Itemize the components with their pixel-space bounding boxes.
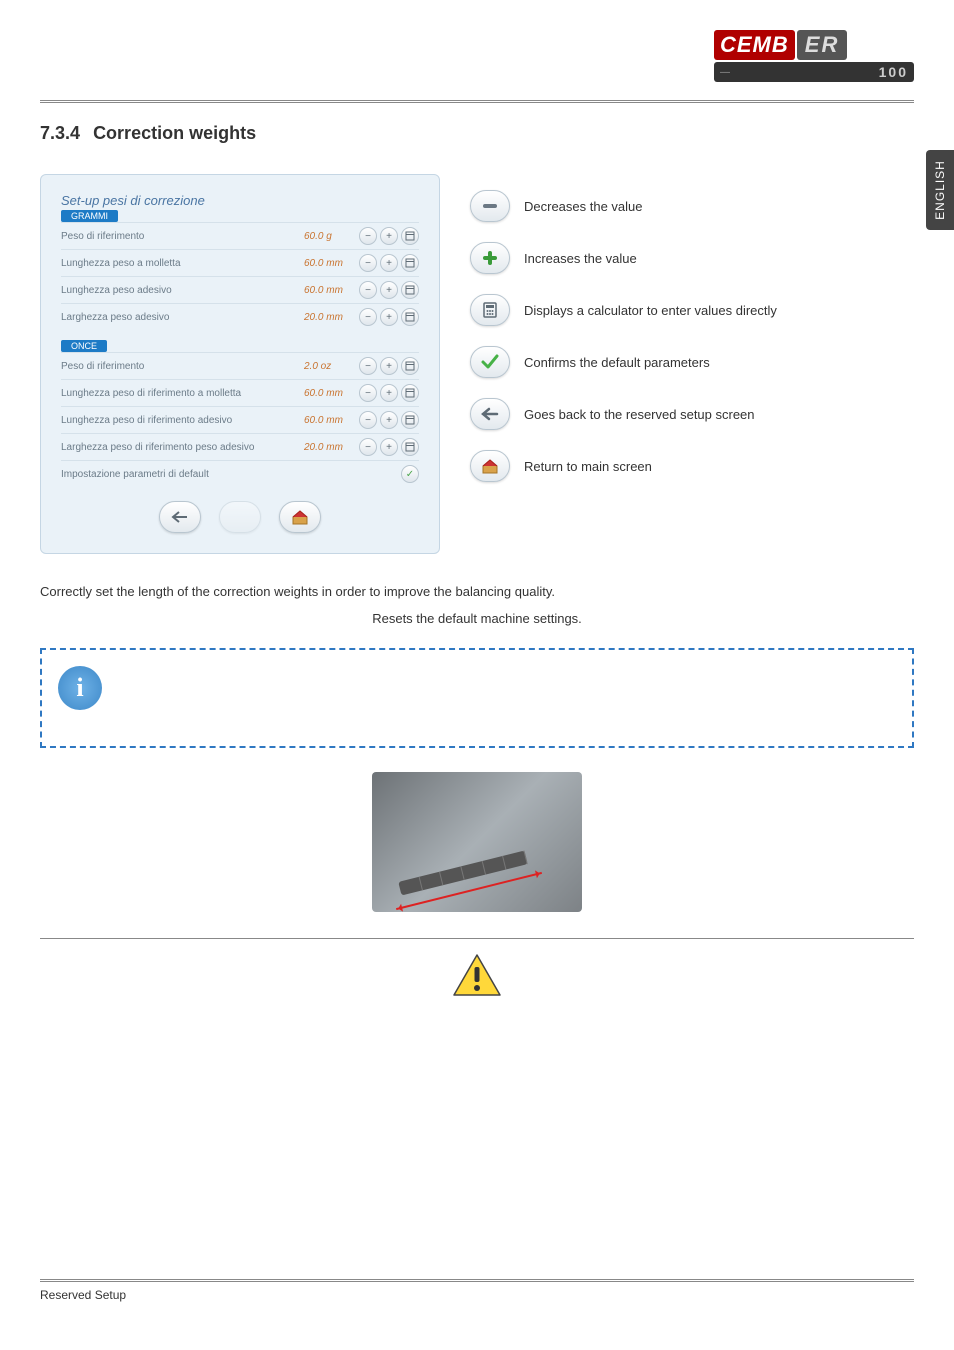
param-row: Lunghezza peso di riferimento adesivo 60… — [61, 406, 419, 433]
info-box: i — [40, 648, 914, 748]
minus-icon[interactable]: − — [359, 357, 377, 375]
minus-icon[interactable]: − — [359, 254, 377, 272]
home-button[interactable] — [279, 501, 321, 533]
param-row: Larghezza peso di riferimento peso adesi… — [61, 433, 419, 460]
setup-screenshot: Set-up pesi di correzione GRAMMI Peso di… — [40, 174, 440, 554]
minus-icon[interactable]: − — [359, 411, 377, 429]
unit-tag-ounces: ONCE — [61, 340, 107, 352]
param-row: Lunghezza peso adesivo 60.0 mm −+ — [61, 276, 419, 303]
legend-text: Decreases the value — [524, 199, 643, 214]
language-tab: ENGLISH — [926, 150, 954, 230]
legend-text: Increases the value — [524, 251, 637, 266]
check-icon[interactable]: ✓ — [401, 465, 419, 483]
legend-text: Return to main screen — [524, 459, 652, 474]
minus-icon[interactable]: − — [359, 438, 377, 456]
disabled-button — [219, 501, 261, 533]
minus-icon[interactable]: − — [359, 227, 377, 245]
minus-icon[interactable]: − — [359, 308, 377, 326]
legend-text: Confirms the default parameters — [524, 355, 710, 370]
calculator-icon[interactable] — [401, 308, 419, 326]
brand-subline: — — [720, 67, 731, 78]
minus-icon[interactable]: − — [359, 384, 377, 402]
plus-icon[interactable]: + — [380, 281, 398, 299]
default-params-row: Impostazione parametri di default ✓ — [61, 460, 419, 487]
back-icon — [470, 398, 510, 430]
brand-name-2: ER — [797, 30, 848, 60]
back-button[interactable] — [159, 501, 201, 533]
calculator-icon[interactable] — [401, 281, 419, 299]
calculator-icon[interactable] — [401, 254, 419, 272]
plus-icon[interactable]: + — [380, 254, 398, 272]
param-row: Larghezza peso adesivo 20.0 mm −+ — [61, 303, 419, 330]
plus-icon[interactable]: + — [380, 411, 398, 429]
brand-logo: CEMB ER — 100 — [714, 30, 914, 90]
rule — [40, 938, 914, 939]
param-row: Lunghezza peso a molletta 60.0 mm −+ — [61, 249, 419, 276]
reset-caption: Resets the default machine settings. — [40, 611, 914, 626]
body-paragraph: Correctly set the length of the correcti… — [40, 584, 914, 599]
plus-icon[interactable]: + — [380, 357, 398, 375]
icon-legend: Decreases the value Increases the value … — [470, 174, 914, 482]
legend-text: Displays a calculator to enter values di… — [524, 303, 777, 318]
unit-tag-grams: GRAMMI — [61, 210, 118, 222]
legend-text: Goes back to the reserved setup screen — [524, 407, 755, 422]
calculator-icon[interactable] — [401, 411, 419, 429]
plus-icon[interactable]: + — [380, 438, 398, 456]
plus-icon — [470, 242, 510, 274]
brand-name-1: CEMB — [714, 30, 795, 60]
page-footer: Reserved Setup — [40, 1279, 914, 1302]
calculator-icon[interactable] — [401, 357, 419, 375]
calculator-icon[interactable] — [401, 227, 419, 245]
calculator-icon — [470, 294, 510, 326]
panel-title: Set-up pesi di correzione — [61, 193, 419, 208]
param-row: Peso di riferimento 60.0 g −+ — [61, 222, 419, 249]
warning-icon — [452, 953, 502, 997]
calculator-icon[interactable] — [401, 384, 419, 402]
param-row: Peso di riferimento 2.0 oz −+ — [61, 352, 419, 379]
footer-text: Reserved Setup — [40, 1288, 126, 1302]
info-icon: i — [58, 666, 102, 710]
home-icon — [470, 450, 510, 482]
plus-icon[interactable]: + — [380, 384, 398, 402]
wheel-weight-image — [372, 772, 582, 912]
section-heading: 7.3.4 Correction weights — [40, 123, 914, 144]
plus-icon[interactable]: + — [380, 227, 398, 245]
param-row: Lunghezza peso di riferimento a molletta… — [61, 379, 419, 406]
section-title: Correction weights — [93, 123, 256, 143]
minus-icon — [470, 190, 510, 222]
calculator-icon[interactable] — [401, 438, 419, 456]
check-icon — [470, 346, 510, 378]
section-number: 7.3.4 — [40, 123, 80, 143]
brand-model-number: 100 — [879, 64, 908, 80]
plus-icon[interactable]: + — [380, 308, 398, 326]
language-label: ENGLISH — [933, 160, 947, 220]
minus-icon[interactable]: − — [359, 281, 377, 299]
